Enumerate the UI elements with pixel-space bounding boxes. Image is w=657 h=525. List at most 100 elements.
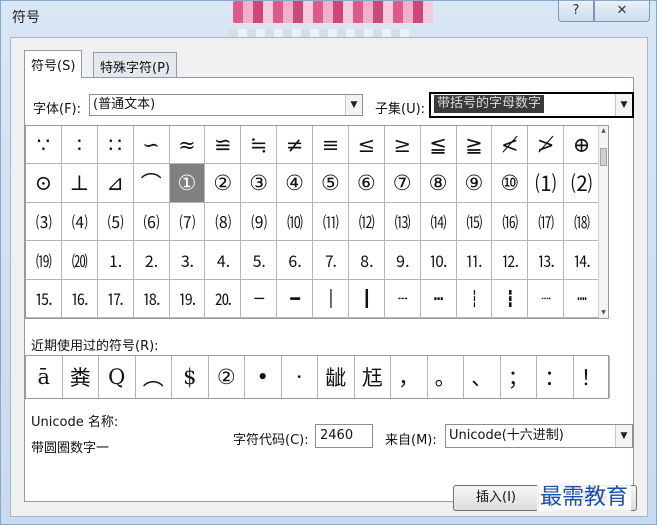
symbol-cell[interactable]: ≥ [384,126,421,165]
recent-symbol-cell[interactable]: ： [537,356,574,398]
recent-symbol-cell[interactable]: Q [99,356,136,398]
chevron-down-icon[interactable]: ▼ [615,94,632,116]
symbol-cell[interactable]: ┉ [564,279,600,318]
symbol-cell[interactable]: ⒀ [384,202,421,242]
symbol-cell[interactable]: ⒇ [61,241,98,280]
symbol-cell[interactable]: ⊥ [61,164,98,203]
symbol-cell[interactable]: ⑤ [313,164,349,203]
recent-symbol-cell[interactable]: ！ [574,356,610,398]
symbol-cell[interactable]: ⑿ [348,202,385,242]
symbol-cell[interactable]: ⑷ [61,202,98,242]
recent-symbol-cell[interactable]: 粪 [63,356,99,398]
recent-symbol-cell[interactable]: 。 [428,356,464,398]
symbol-cell[interactable]: ┇ [492,279,529,318]
symbol-cell[interactable]: ⒘ [97,279,134,318]
symbol-cell[interactable]: ≯ [528,126,565,165]
symbol-cell[interactable]: ⑶ [26,202,62,242]
symbol-cell[interactable]: ⒕ [564,241,600,280]
symbol-cell[interactable]: ⒂ [456,202,493,242]
symbol-cell[interactable]: ⒁ [420,202,457,242]
symbol-cell[interactable]: ⑵ [564,164,600,203]
title-bar[interactable]: 符号 ? ✕ [1,1,656,43]
symbol-cell[interactable]: ⒗ [61,279,98,318]
symbol-cell[interactable]: ⑼ [241,202,278,242]
symbol-cell[interactable]: ⑨ [456,164,493,203]
symbol-cell[interactable]: ⑹ [133,202,170,242]
symbol-cell[interactable]: ⒌ [241,241,278,280]
font-select[interactable]: (普通文本) ▼ [89,94,363,116]
symbol-cell[interactable]: ≒ [241,126,278,165]
symbol-cell[interactable]: ≤ [348,126,385,165]
symbol-cell[interactable]: ⒓ [492,241,529,280]
symbol-cell[interactable]: ⑧ [420,164,457,203]
symbol-cell[interactable]: ⑥ [348,164,385,203]
symbol-cell[interactable]: ⒏ [348,241,385,280]
symbol-cell[interactable]: ─ [241,279,278,318]
tab-special-characters[interactable]: 特殊字符(P) [93,52,177,78]
symbol-cell[interactable]: ⌒ [133,164,170,203]
recent-symbol-cell[interactable]: ， [391,356,428,398]
symbol-cell[interactable]: ③ [241,164,278,203]
symbol-cell[interactable]: ⒚ [169,279,206,318]
symbol-cell[interactable]: ⒆ [26,241,62,280]
recent-symbol-cell[interactable]: · [282,356,318,398]
symbol-cell[interactable]: ⊿ [97,164,134,203]
symbol-cell[interactable]: ⒍ [277,241,313,280]
symbol-cell[interactable]: ⒒ [456,241,493,280]
symbol-cell[interactable]: ⑦ [384,164,421,203]
recent-symbol-cell[interactable]: 龇 [318,356,355,398]
symbol-cell[interactable]: ⒖ [26,279,62,318]
symbol-cell[interactable]: ⒉ [133,241,170,280]
chevron-down-icon[interactable]: ▼ [615,425,632,447]
help-button[interactable]: ? [558,1,594,22]
symbol-cell[interactable]: ④ [277,164,313,203]
tab-symbols[interactable]: 符号(S) [24,50,83,78]
symbol-cell[interactable]: ⊙ [26,164,62,203]
scroll-up-icon[interactable]: ▲ [599,126,608,136]
symbol-cell[interactable]: ≮ [492,126,529,165]
symbol-cell[interactable]: ⑾ [313,202,349,242]
symbol-cell[interactable]: ≧ [456,126,493,165]
symbol-cell[interactable]: ⒐ [384,241,421,280]
symbol-cell[interactable]: ⒈ [97,241,134,280]
recent-symbol-cell[interactable]: ︵ [136,356,172,398]
symbol-cell[interactable]: ⒎ [313,241,349,280]
recent-symbol-cell[interactable]: $ [172,356,209,398]
symbol-scrollbar[interactable]: ▲ ▼ [598,126,608,318]
symbol-cell[interactable]: ⑻ [205,202,242,242]
symbol-cell[interactable]: ② [205,164,242,203]
close-button[interactable]: ✕ [594,1,650,22]
symbol-cell[interactable]: ⒊ [169,241,206,280]
symbol-cell[interactable]: ━ [277,279,313,318]
symbol-cell[interactable]: ⑺ [169,202,206,242]
symbol-cell[interactable]: ⒙ [133,279,170,318]
recent-symbol-cell[interactable]: ② [209,356,245,398]
recent-symbol-cell[interactable]: ； [501,356,537,398]
symbol-cell[interactable]: ⒑ [420,241,457,280]
symbol-cell[interactable]: ≌ [205,126,242,165]
from-select[interactable]: Unicode(十六进制) ▼ [445,424,633,448]
symbol-cell[interactable]: ≡ [313,126,349,165]
symbol-cell[interactable]: ∷ [97,126,134,165]
symbol-cell[interactable]: ⑩ [492,164,529,203]
symbol-cell[interactable]: ┈ [528,279,565,318]
symbol-cell[interactable]: ⑸ [97,202,134,242]
scroll-thumb[interactable] [600,148,607,166]
symbol-cell[interactable]: ⑴ [528,164,565,203]
scroll-down-icon[interactable]: ▼ [599,308,608,318]
symbol-cell[interactable]: ┄ [384,279,421,318]
symbol-cell[interactable]: ⒃ [492,202,529,242]
recent-symbol-cell[interactable]: ā [26,356,63,398]
symbol-cell[interactable]: ⒋ [205,241,242,280]
recent-symbol-cell[interactable]: 、 [464,356,501,398]
symbol-cell[interactable]: ≦ [420,126,457,165]
symbol-cell[interactable]: ∵ [26,126,62,165]
symbol-cell[interactable]: ┅ [420,279,457,318]
recent-symbol-cell[interactable]: 尪 [355,356,391,398]
symbol-cell[interactable]: ① [169,164,206,203]
symbol-cell[interactable]: ≠ [277,126,313,165]
insert-button[interactable]: 插入(I) [453,485,539,511]
symbol-cell[interactable]: ⑽ [277,202,313,242]
char-code-input[interactable]: 2460 [315,424,373,448]
symbol-cell[interactable]: ⒛ [205,279,242,318]
